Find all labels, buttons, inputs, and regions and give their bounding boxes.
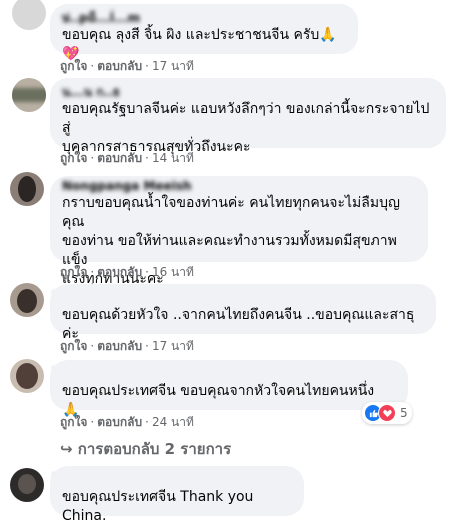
comment-actions: ถูกใจ · ตอบกลับ · 17 นาที: [60, 338, 194, 354]
avatar-image: [12, 88, 46, 102]
timestamp[interactable]: 24 นาที: [152, 415, 194, 429]
comment-bubble: ขอบคุณด้วยหัวใจ ..จากคนไทยถึงคนจีน ..ขอบ…: [50, 284, 436, 342]
comment-text-line: กราบขอบคุณน้ำใจของท่านค่ะ คนไทยทุกคนจะไม…: [62, 195, 400, 230]
avatar-image: [18, 474, 36, 494]
comment-bubble: น...น ก..ธ ขอบคุณรัฐบาลจีนค่ะ แอบหวังลึก…: [50, 78, 446, 155]
reply-button[interactable]: ตอบกลับ: [97, 265, 142, 279]
reply-button[interactable]: ตอบกลับ: [97, 59, 142, 73]
separator-dot: ·: [90, 339, 95, 353]
avatar[interactable]: [12, 0, 46, 30]
separator-dot: ·: [90, 151, 95, 165]
separator-dot: ·: [90, 59, 95, 73]
comment-actions: ถูกใจ · ตอบกลับ · 17 นาที: [60, 58, 194, 74]
separator-dot: ·: [145, 59, 149, 73]
like-button[interactable]: ถูกใจ: [60, 59, 87, 73]
comment-author[interactable]: Nongpanga Meeish: [62, 178, 416, 194]
like-button[interactable]: ถูกใจ: [60, 339, 87, 353]
avatar[interactable]: [10, 359, 44, 393]
avatar[interactable]: [10, 468, 44, 502]
comment-author-placeholder: [62, 472, 292, 488]
comment-author[interactable]: ษ่..pu็...l่...m: [62, 10, 346, 26]
comment-actions: ถูกใจ · ตอบกลับ · 14 นาที: [60, 150, 194, 166]
reaction-summary[interactable]: 5: [362, 402, 412, 424]
comment-bubble: ษ่..pu็...l่...m ขอบคุณ ลุงสี จิ้น ผิง แ…: [50, 4, 358, 62]
comment-text: ขอบคุณประเทศจีน Thank you China.: [62, 489, 254, 524]
comment-bubble: Nongpanga Meeish กราบขอบคุณน้ำใจของท่านค…: [50, 176, 428, 287]
avatar[interactable]: [10, 283, 44, 317]
comment-actions: ถูกใจ · ตอบกลับ · 16 นาที: [60, 264, 194, 280]
separator-dot: ·: [145, 151, 149, 165]
avatar[interactable]: [10, 172, 44, 206]
reply-button[interactable]: ตอบกลับ: [97, 151, 142, 165]
comment-author[interactable]: น...น ก..ธ: [62, 84, 434, 100]
comment-text-line: ขอบคุณรัฐบาลจีนค่ะ แอบหวังลึกๆว่า ของเกล…: [62, 101, 430, 136]
comment-author-placeholder: [62, 366, 396, 382]
comment-author-placeholder: [62, 290, 424, 306]
comment-actions: ถูกใจ · ตอบกลับ · 24 นาที: [60, 414, 194, 430]
separator-dot: ·: [145, 265, 149, 279]
timestamp[interactable]: 14 นาที: [152, 151, 194, 165]
separator-dot: ·: [90, 265, 95, 279]
separator-dot: ·: [145, 415, 149, 429]
like-button[interactable]: ถูกใจ: [60, 265, 87, 279]
timestamp[interactable]: 17 นาที: [152, 59, 194, 73]
timestamp[interactable]: 17 นาที: [152, 339, 194, 353]
love-reaction-icon: [378, 404, 396, 422]
separator-dot: ·: [90, 415, 95, 429]
view-replies-link[interactable]: ↪ การตอบกลับ 2 รายการ: [60, 437, 231, 461]
comment-bubble: ขอบคุณประเทศจีน ขอบคุณจากหัวใจคนไทยคนหนึ…: [50, 360, 408, 418]
timestamp[interactable]: 16 นาที: [152, 265, 194, 279]
reaction-count: 5: [400, 406, 408, 420]
avatar[interactable]: [12, 78, 46, 112]
like-button[interactable]: ถูกใจ: [60, 415, 87, 429]
reply-button[interactable]: ตอบกลับ: [97, 339, 142, 353]
avatar-image: [17, 289, 37, 313]
separator-dot: ·: [145, 339, 149, 353]
like-button[interactable]: ถูกใจ: [60, 151, 87, 165]
avatar-image: [16, 363, 38, 389]
avatar-image: [18, 176, 36, 202]
reply-button[interactable]: ตอบกลับ: [97, 415, 142, 429]
